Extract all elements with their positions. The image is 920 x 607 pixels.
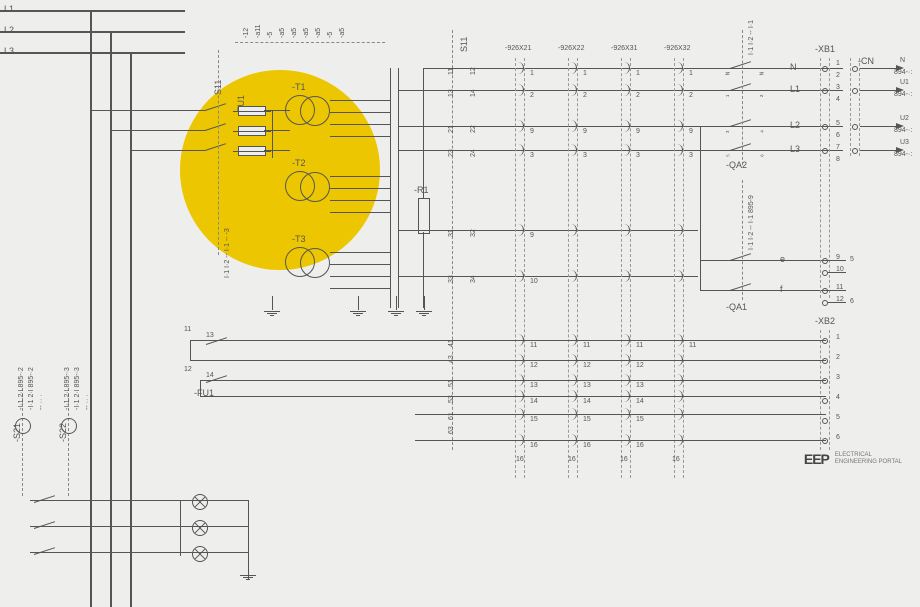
- sec-bus-a: [390, 68, 391, 308]
- ctrl-wire-14: [200, 396, 826, 397]
- drop-l1: [90, 10, 92, 607]
- r1-label: -R1: [414, 185, 429, 195]
- xb2-label: -XB2: [815, 316, 835, 326]
- bus-l1: [0, 10, 185, 12]
- tap3: [130, 150, 205, 151]
- col-926x21-label: -926X21: [505, 45, 531, 52]
- wire-9: [398, 230, 698, 231]
- phase-l3-label: L3: [4, 46, 14, 56]
- gnd-1: [264, 296, 280, 316]
- ctrl-wire-13: [200, 380, 826, 381]
- aux-f-label: f: [780, 284, 783, 294]
- ctrl-wire-12: [190, 360, 826, 361]
- gnd-3: [388, 296, 404, 316]
- fuse-2: [238, 126, 266, 136]
- drop-l3: [130, 52, 132, 607]
- gnd-4: [416, 296, 432, 316]
- ctrl-wire-11: [190, 340, 826, 341]
- gnd-2: [350, 296, 366, 316]
- bus-l3: [0, 52, 185, 54]
- xb2: [820, 330, 830, 450]
- aux-e-label: e: [780, 254, 785, 264]
- cn-label: -CN: [858, 56, 874, 66]
- tap1: [90, 110, 205, 111]
- drop-l2: [110, 31, 112, 607]
- t3-label: -T3: [292, 234, 306, 244]
- t3-coil: [285, 247, 315, 277]
- out-n: N: [790, 62, 797, 72]
- qa2-label: -QA2: [726, 160, 747, 170]
- gnd-bottom: [240, 560, 256, 580]
- bus-l2: [0, 31, 185, 33]
- col-926x32-label: -926X32: [664, 45, 690, 52]
- phase-l2-label: L2: [4, 25, 14, 35]
- eep-logo: EEP: [804, 451, 829, 467]
- s11-dashlink: [218, 50, 220, 255]
- t2-coil: [285, 171, 315, 201]
- col-926x22-label: -926X22: [558, 45, 584, 52]
- out-l1: L1: [790, 84, 800, 94]
- qa2-dash: [742, 30, 744, 165]
- lamp-2: [192, 520, 208, 536]
- s11-right-label: S11: [459, 37, 469, 52]
- s22-knob: [61, 418, 77, 434]
- top-dash: [235, 42, 385, 44]
- out-l3: L3: [790, 144, 800, 154]
- t1-label: -T1: [292, 82, 306, 92]
- qa2-ref: I·1 I·2 -- I·1: [748, 20, 755, 55]
- col-926x31-label: -926X31: [611, 45, 637, 52]
- r1-resistor: [418, 198, 430, 234]
- cn: [850, 58, 860, 156]
- fuse-1: [238, 106, 266, 116]
- s21-knob: [15, 418, 31, 434]
- lamp-3: [192, 546, 208, 562]
- qa1-ref: I·1 I·2 -- I·1 895-9: [748, 195, 755, 250]
- s11-ref: I·1 I·2 -- I·1 -- -3: [224, 228, 231, 278]
- t2-label: -T2: [292, 158, 306, 168]
- lamp-1: [192, 494, 208, 510]
- out-l2: L2: [790, 120, 800, 130]
- wire-10: [398, 276, 698, 277]
- t1-coil: [285, 95, 315, 125]
- fuse-3: [238, 146, 266, 156]
- qa1-dash: [742, 180, 744, 300]
- qa1-label: -QA1: [726, 302, 747, 312]
- phase-l1-label: L1: [4, 4, 14, 14]
- eep-watermark: EEP ELECTRICALENGINEERING PORTAL: [804, 451, 902, 467]
- sec-bus-b: [398, 68, 399, 308]
- xb1-label: -XB1: [815, 44, 835, 54]
- tap2: [110, 130, 205, 131]
